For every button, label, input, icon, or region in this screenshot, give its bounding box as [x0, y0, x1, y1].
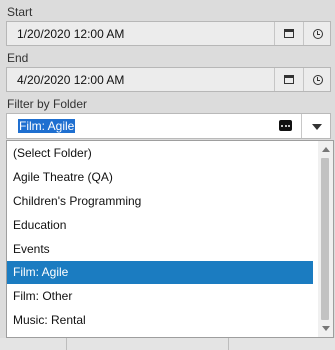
- list-item-selected[interactable]: Film: Agile: [7, 261, 313, 284]
- list-item[interactable]: Children's Programming: [7, 190, 313, 213]
- folder-filter-label: Filter by Folder: [7, 97, 88, 111]
- end-date-button[interactable]: [276, 68, 301, 91]
- calendar-icon: [283, 29, 294, 38]
- divider: [301, 114, 302, 138]
- list-item[interactable]: (Select Folder): [7, 142, 313, 165]
- list-item[interactable]: Agile Theatre (QA): [7, 166, 313, 189]
- list-item[interactable]: Education: [7, 214, 313, 237]
- divider: [66, 338, 67, 350]
- more-options-icon[interactable]: [279, 120, 292, 131]
- folder-dropdown-list[interactable]: (Select Folder) Agile Theatre (QA) Child…: [6, 140, 334, 338]
- end-label: End: [7, 51, 29, 65]
- start-date-button[interactable]: [276, 22, 301, 45]
- start-time-button[interactable]: [305, 22, 330, 45]
- dropdown-scrollbar[interactable]: [318, 141, 333, 337]
- clock-icon: [312, 74, 323, 85]
- divider: [228, 338, 229, 350]
- folder-select[interactable]: Film: Agile: [6, 113, 331, 139]
- underlying-panel: [0, 338, 335, 350]
- divider: [303, 22, 304, 45]
- folder-select-value[interactable]: Film: Agile: [18, 119, 76, 133]
- end-time-button[interactable]: [305, 68, 330, 91]
- scroll-up-icon[interactable]: [322, 147, 330, 152]
- list-item[interactable]: Events: [7, 238, 313, 261]
- list-item[interactable]: Music: Rental: [7, 309, 313, 332]
- divider: [303, 68, 304, 91]
- chevron-down-icon[interactable]: [312, 124, 322, 130]
- start-datetime-field[interactable]: 1/20/2020 12:00 AM: [6, 21, 331, 46]
- end-datetime-value[interactable]: 4/20/2020 12:00 AM: [17, 73, 124, 87]
- end-datetime-field[interactable]: 4/20/2020 12:00 AM: [6, 67, 331, 92]
- divider: [274, 68, 275, 91]
- clock-icon: [312, 28, 323, 39]
- start-datetime-value[interactable]: 1/20/2020 12:00 AM: [17, 27, 124, 41]
- list-item[interactable]: Film: Other: [7, 285, 313, 308]
- scrollbar-thumb[interactable]: [321, 158, 329, 320]
- divider: [274, 22, 275, 45]
- scroll-down-icon[interactable]: [322, 326, 330, 331]
- start-label: Start: [7, 5, 33, 19]
- calendar-icon: [283, 75, 294, 84]
